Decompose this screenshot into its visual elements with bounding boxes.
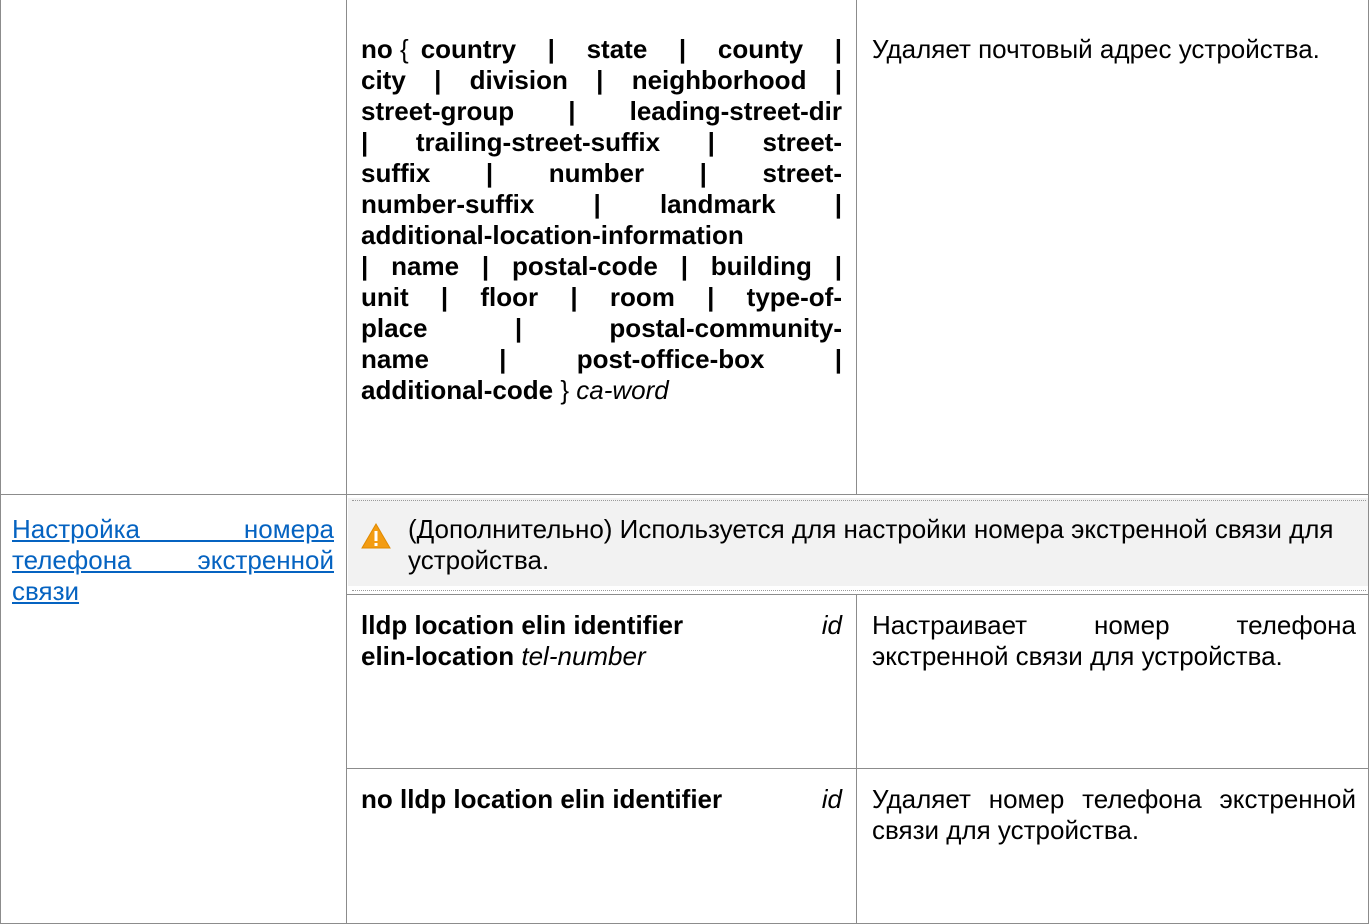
lldp-location-elin-command: lldp location elin identifier id elin-loc… [361,610,842,671]
row-divider-1 [0,494,1369,495]
column-divider-2-bottom [856,594,857,924]
note-top-rule [352,500,1366,501]
table-border-left [0,0,1,924]
column-divider-2-top [856,0,857,494]
configure-elin-link-text[interactable]: Настройка номера телефона экстренной свя… [12,514,334,606]
document-page: no {country | state | county | city | di… [0,0,1370,924]
row-divider-2 [346,768,1369,769]
optional-note: (Дополнительно) Используется для настрой… [408,514,1334,575]
kw-no: no [361,34,393,64]
no-location-civic-command: no {country | state | county | city | di… [361,34,842,405]
configure-elin-description: Настраивает номер телефона экстренной св… [872,610,1356,671]
configure-elin-link[interactable]: Настройка номера телефона экстренной свя… [12,514,334,607]
note-bottom-rule [352,590,1366,591]
row-divider-note [346,594,1369,595]
column-divider-1 [346,0,347,924]
remove-civic-address-description: Удаляет почтовый адрес устройства. [872,34,1320,64]
no-lldp-location-elin-command: no lldp location elin identifier id [361,784,842,814]
table-border-right [1368,0,1369,924]
remove-elin-description: Удаляет номер телефона экстренной связи … [872,784,1356,845]
warning-icon [361,523,391,549]
